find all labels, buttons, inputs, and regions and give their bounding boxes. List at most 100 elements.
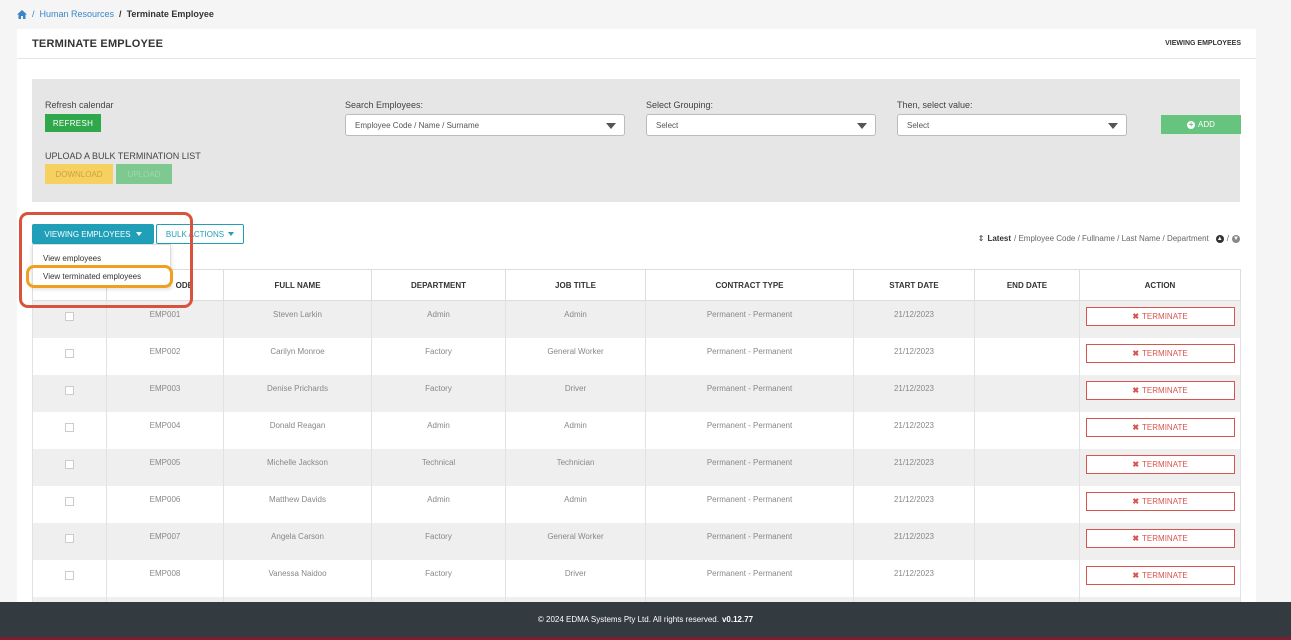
header-full-name[interactable]: FULL NAME xyxy=(223,269,372,301)
select-value-select[interactable]: Select xyxy=(897,114,1127,136)
row-select-cell xyxy=(32,485,107,523)
cell-end-date xyxy=(974,559,1080,597)
times-icon: ✖ xyxy=(1132,312,1140,321)
header-start-date[interactable]: START DATE xyxy=(853,269,975,301)
terminate-label: TERMINATE xyxy=(1142,385,1188,395)
sort-bar: ⇕ Latest / Employee Code / Fullname / La… xyxy=(978,234,1240,243)
cell-action: ✖ TERMINATE xyxy=(1079,411,1241,449)
cell-employee-code: EMP002 xyxy=(106,337,224,375)
terminate-label: TERMINATE xyxy=(1142,570,1188,580)
cell-end-date xyxy=(974,448,1080,486)
cell-action: ✖ TERMINATE xyxy=(1079,522,1241,560)
table-row: EMP001 Steven Larkin Admin Admin Permane… xyxy=(32,300,1241,338)
cell-contract-type: Permanent - Permanent xyxy=(645,559,854,597)
table-row: EMP003 Denise Prichards Factory Driver P… xyxy=(32,374,1241,412)
row-checkbox[interactable] xyxy=(65,348,74,358)
breadcrumb: / Human Resources / Terminate Employee xyxy=(17,9,214,19)
refresh-label: Refresh calendar xyxy=(45,100,114,110)
terminate-button[interactable]: ✖ TERMINATE xyxy=(1085,454,1235,474)
sort-options[interactable]: / Employee Code / Fullname / Last Name /… xyxy=(1014,234,1209,243)
sort-latest[interactable]: Latest xyxy=(987,234,1011,243)
terminate-button[interactable]: ✖ TERMINATE xyxy=(1085,491,1235,511)
menu-item-view-employees[interactable]: View employees xyxy=(43,254,101,263)
cell-job-title: Driver xyxy=(505,374,646,412)
footer-copyright: © 2024 EDMA Systems Pty Ltd. All rights … xyxy=(537,614,719,624)
header-end-date[interactable]: END DATE xyxy=(974,269,1080,301)
search-employees-label: Search Employees: xyxy=(345,100,424,110)
header-department[interactable]: DEPARTMENT xyxy=(371,269,506,301)
terminate-button[interactable]: ✖ TERMINATE xyxy=(1085,528,1235,548)
select-value-label: Then, select value: xyxy=(897,100,973,110)
cell-end-date xyxy=(974,522,1080,560)
cell-department: Factory xyxy=(371,374,506,412)
times-icon: ✖ xyxy=(1132,570,1140,580)
cell-action: ✖ TERMINATE xyxy=(1079,559,1241,597)
row-checkbox[interactable] xyxy=(65,496,74,506)
cell-department: Factory xyxy=(371,337,506,375)
breadcrumb-separator: / xyxy=(32,9,35,19)
bulk-actions-label: BULK ACTIONS xyxy=(165,229,225,239)
cell-job-title: Technician xyxy=(505,448,646,486)
download-button[interactable]: DOWNLOAD xyxy=(45,164,113,184)
cell-contract-type: Permanent - Permanent xyxy=(645,300,854,338)
terminate-button[interactable]: ✖ TERMINATE xyxy=(1085,380,1235,400)
select-value-value: Select xyxy=(907,120,930,130)
menu-item-view-terminated-employees[interactable]: View terminated employees xyxy=(43,272,141,281)
cell-full-name: Steven Larkin xyxy=(223,300,372,338)
terminate-button[interactable]: ✖ TERMINATE xyxy=(1085,565,1235,585)
terminate-button[interactable]: ✖ TERMINATE xyxy=(1085,307,1235,326)
row-checkbox[interactable] xyxy=(65,312,74,321)
row-checkbox[interactable] xyxy=(65,422,74,432)
row-checkbox[interactable] xyxy=(65,459,74,469)
add-button-label: ADD xyxy=(1198,120,1215,129)
cell-end-date xyxy=(974,337,1080,375)
terminate-button[interactable]: ✖ TERMINATE xyxy=(1085,417,1235,437)
search-employees-value: Employee Code / Name / Surname xyxy=(355,120,480,130)
times-icon: ✖ xyxy=(1132,348,1140,358)
cell-department: Admin xyxy=(371,411,506,449)
cell-contract-type: Permanent - Permanent xyxy=(645,374,854,412)
footer: © 2024 EDMA Systems Pty Ltd. All rights … xyxy=(0,602,1291,640)
table-row: EMP002 Carilyn Monroe Factory General Wo… xyxy=(32,337,1241,375)
times-icon: ✖ xyxy=(1132,459,1140,469)
select-grouping-value: Select xyxy=(656,120,679,130)
terminate-label: TERMINATE xyxy=(1142,459,1188,469)
times-icon: ✖ xyxy=(1132,385,1140,395)
caret-down-icon xyxy=(135,232,142,236)
breadcrumb-current: / xyxy=(119,9,122,19)
row-checkbox[interactable] xyxy=(65,533,74,543)
arrow-down-circle-icon[interactable]: ▼ xyxy=(1232,234,1240,243)
row-select-cell xyxy=(32,300,107,338)
sort-separator: / xyxy=(1226,234,1229,243)
cell-department: Technical xyxy=(371,448,506,486)
cell-full-name: Denise Prichards xyxy=(223,374,372,412)
row-checkbox[interactable] xyxy=(65,570,74,580)
cell-full-name: Matthew Davids xyxy=(223,485,372,523)
select-grouping-select[interactable]: Select xyxy=(646,114,876,136)
caret-down-icon xyxy=(1108,123,1118,129)
terminate-label: TERMINATE xyxy=(1142,312,1188,321)
cell-department: Factory xyxy=(371,522,506,560)
cell-job-title: Admin xyxy=(505,485,646,523)
header-action: ACTION xyxy=(1079,269,1241,301)
bulk-actions-button[interactable]: BULK ACTIONS xyxy=(156,224,244,244)
viewing-employees-dropdown-button[interactable]: VIEWING EMPLOYEES xyxy=(32,224,154,244)
cell-employee-code: EMP001 xyxy=(106,300,224,338)
cell-employee-code: EMP007 xyxy=(106,522,224,560)
arrow-up-circle-icon[interactable]: ▲ xyxy=(1215,234,1224,243)
refresh-button[interactable]: REFRESH xyxy=(45,114,101,132)
add-button[interactable]: + ADD xyxy=(1161,115,1241,134)
terminate-button[interactable]: ✖ TERMINATE xyxy=(1085,343,1235,363)
home-icon[interactable] xyxy=(17,9,27,19)
breadcrumb-link-human-resources[interactable]: Human Resources xyxy=(40,9,115,19)
search-employees-select[interactable]: Employee Code / Name / Surname xyxy=(345,114,625,136)
row-select-cell xyxy=(32,522,107,560)
upload-button[interactable]: UPLOAD xyxy=(116,164,172,184)
cell-contract-type: Permanent - Permanent xyxy=(645,485,854,523)
upload-bulk-label: UPLOAD A BULK TERMINATION LIST xyxy=(45,151,201,161)
cell-employee-code: EMP008 xyxy=(106,559,224,597)
header-contract-type[interactable]: CONTRACT TYPE xyxy=(645,269,854,301)
row-checkbox[interactable] xyxy=(65,385,74,395)
header-job-title[interactable]: JOB TITLE xyxy=(505,269,646,301)
cell-end-date xyxy=(974,300,1080,338)
